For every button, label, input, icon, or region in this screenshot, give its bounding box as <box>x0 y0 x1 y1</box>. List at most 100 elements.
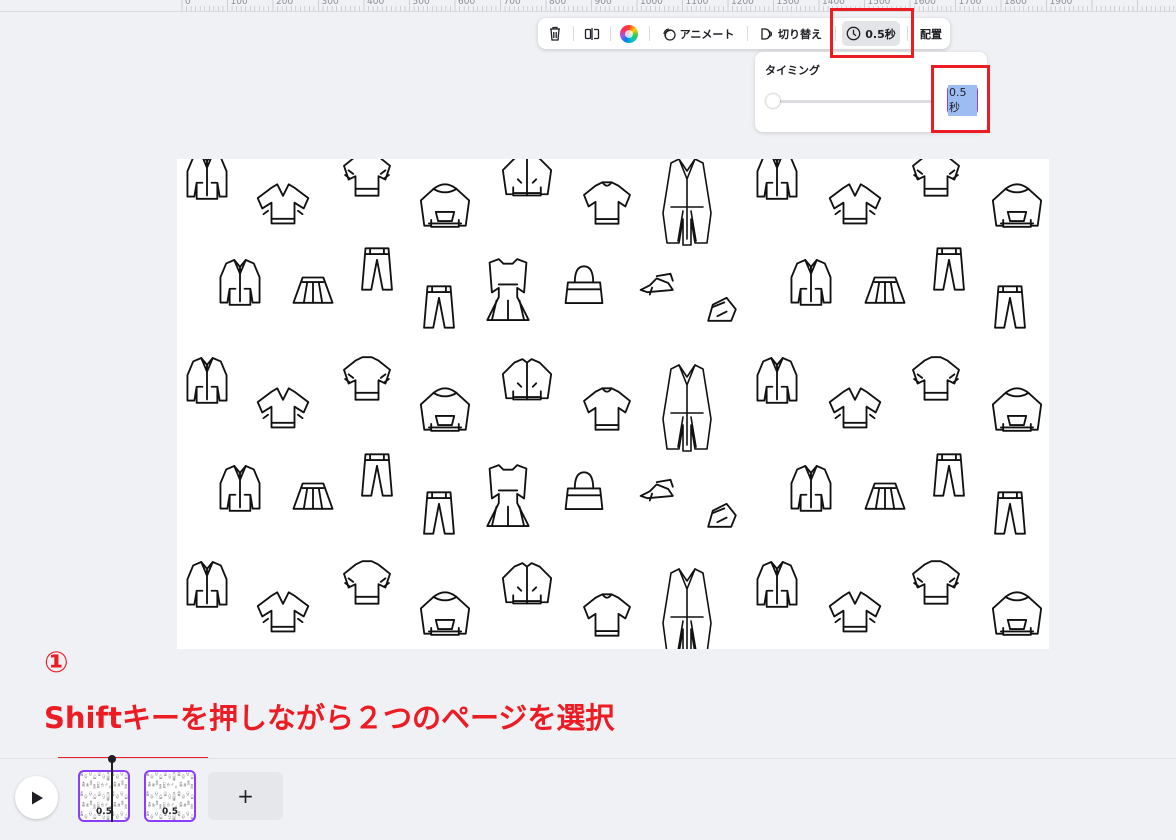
pants-drawing <box>93 784 96 789</box>
bag-drawing <box>101 802 104 807</box>
ruler-tick-label: 1100 <box>685 0 709 7</box>
hoodie-drawing <box>991 183 1043 228</box>
skirt-drawing <box>86 803 89 807</box>
bag-drawing <box>167 782 170 787</box>
page-thumbnail-2[interactable]: 0.5 <box>144 770 196 822</box>
hoodie-drawing <box>190 794 194 799</box>
position-label: 配置 <box>920 27 942 41</box>
pants-drawing <box>187 780 190 785</box>
jacket-drawing <box>756 561 798 608</box>
toolbar-separator <box>747 26 748 41</box>
ruler-tick-label: 600 <box>458 0 476 7</box>
jacket-drawing <box>113 801 117 807</box>
skirt-drawing <box>183 783 187 787</box>
striped-drawing <box>343 356 391 401</box>
vneck-drawing <box>84 774 88 779</box>
jacket-drawing <box>790 465 832 512</box>
bag-drawing <box>167 802 170 807</box>
zipjacket-drawing <box>501 358 553 401</box>
ruler-tick-label: 400 <box>367 0 385 7</box>
zipjacket-drawing <box>97 791 101 796</box>
vneck-drawing <box>84 794 88 799</box>
animate-label: アニメート <box>679 27 735 41</box>
timing-slider-track[interactable] <box>767 100 933 103</box>
hoodie-drawing <box>159 774 163 779</box>
trench-drawing <box>172 772 176 781</box>
vneck-drawing <box>828 591 882 633</box>
skirt-drawing <box>864 276 906 304</box>
page-thumbnail-1[interactable]: 0.5 <box>78 770 130 822</box>
animate-button[interactable]: アニメート <box>658 18 738 49</box>
delete-button[interactable] <box>544 18 566 49</box>
ruler-tick-label: 1200 <box>731 0 754 7</box>
position-button[interactable]: 配置 <box>914 18 948 49</box>
jacket-drawing <box>80 791 83 796</box>
ruler-ticks <box>181 0 1175 11</box>
sweater-drawing <box>583 387 631 431</box>
pants-drawing <box>90 780 92 785</box>
dress-drawing <box>486 464 530 527</box>
ruler-tick-label: 1900 <box>1049 0 1073 7</box>
toolbar-separator <box>649 26 650 41</box>
trash-icon <box>550 26 560 41</box>
hoodie-drawing <box>93 774 97 779</box>
design-canvas[interactable] <box>177 159 1049 649</box>
striped-drawing <box>155 791 158 796</box>
striped-drawing <box>89 772 92 776</box>
add-page-button[interactable]: + <box>208 772 283 820</box>
jacket-drawing <box>148 781 151 787</box>
jacket-drawing <box>80 772 83 776</box>
pants-drawing <box>121 800 124 806</box>
ruler-tick-label: 200 <box>276 0 294 7</box>
trench-drawing <box>662 159 712 246</box>
vneck-drawing <box>150 774 154 779</box>
jacket-drawing <box>82 781 85 787</box>
transition-button[interactable]: 切り替え <box>756 18 826 49</box>
ruler-tick-label: 500 <box>412 0 430 7</box>
vneck-drawing <box>828 183 882 225</box>
pants-drawing <box>187 800 190 806</box>
ruler-tick-label: 1400 <box>822 0 845 7</box>
zipjacket-drawing <box>163 772 167 776</box>
skirt-drawing <box>183 803 187 807</box>
bag-drawing <box>564 471 604 511</box>
vneck-drawing <box>256 387 310 429</box>
flip-button[interactable] <box>581 18 603 49</box>
sweater-drawing <box>102 794 105 799</box>
jacket-drawing <box>179 781 183 787</box>
timing-slider-thumb[interactable] <box>766 94 780 108</box>
jacket-drawing <box>219 259 261 306</box>
jacket-drawing <box>756 357 798 404</box>
bag-drawing <box>101 782 104 787</box>
vneck-drawing <box>256 591 310 633</box>
toolbar-separator <box>610 26 611 41</box>
sweater-drawing <box>168 774 171 779</box>
toolbar-separator <box>573 26 574 41</box>
play-button[interactable] <box>15 776 58 819</box>
jacket-drawing <box>113 781 117 787</box>
sweater-drawing <box>102 774 105 779</box>
page-duration-label: 0.5 <box>162 807 178 817</box>
jacket-drawing <box>82 801 85 807</box>
zipjacket-drawing <box>501 562 553 605</box>
trench-drawing <box>662 568 712 649</box>
pants-drawing <box>156 800 158 806</box>
playhead[interactable] <box>111 759 113 822</box>
bag-drawing <box>564 265 604 305</box>
color-wheel-icon <box>620 24 638 43</box>
hoodie-drawing <box>159 794 163 799</box>
dress-drawing <box>486 258 530 321</box>
dress-drawing <box>163 781 166 788</box>
striped-drawing <box>912 356 960 401</box>
jacket-drawing <box>186 357 228 404</box>
striped-drawing <box>186 772 190 776</box>
striped-drawing <box>120 772 124 776</box>
color-button[interactable] <box>618 18 640 49</box>
transition-icon <box>761 27 773 40</box>
highlight-timing-input <box>931 65 990 133</box>
flip-icon <box>584 27 600 40</box>
heels-drawing <box>171 783 174 786</box>
ruler-tick-label: 300 <box>321 0 339 7</box>
pants-drawing <box>190 784 193 789</box>
vneck-drawing <box>256 183 310 225</box>
